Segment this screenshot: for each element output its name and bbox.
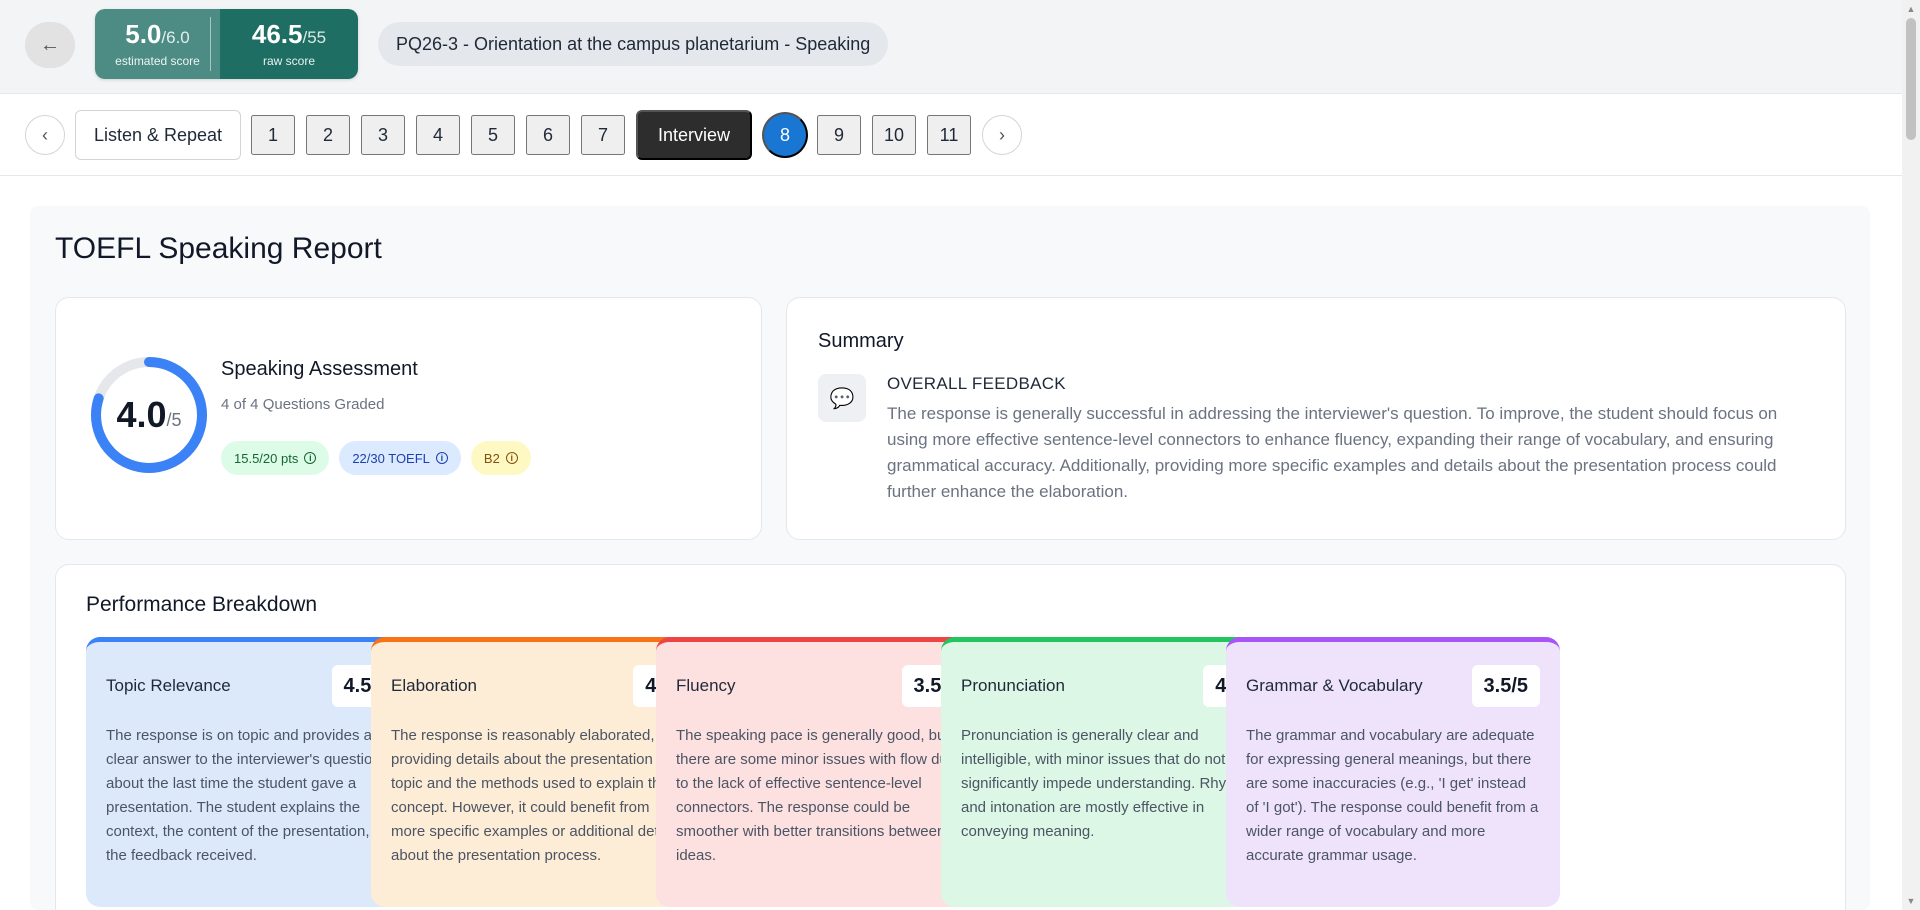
score-summary: 5.0/6.0 estimated score 46.5/55 raw scor… xyxy=(95,9,358,79)
raw-score-caption: raw score xyxy=(262,54,315,68)
raw-score-denominator: /55 xyxy=(302,28,327,47)
criterion-card: Pronunciation4/5Pronunciation is general… xyxy=(941,637,1275,907)
question-4[interactable]: 4 xyxy=(416,115,460,155)
criterion-card: Fluency 3.5/5 The speaking pace is general… xyxy=(656,637,990,907)
top-header: ← 5.0/6.0 estimated score 46.5/55 raw sc… xyxy=(0,0,1902,94)
report-title: TOEFL Speaking Report xyxy=(55,232,382,265)
question-1[interactable]: 1 xyxy=(251,115,295,155)
overall-score: 4.0/5 xyxy=(90,356,208,474)
info-icon[interactable]: i xyxy=(505,452,518,464)
scroll-thumb[interactable] xyxy=(1906,18,1916,140)
criterion-feedback: The response is on topic and provides a … xyxy=(106,727,399,864)
performance-breakdown: Performance Breakdown Topic Relevance 4.5… xyxy=(55,564,1846,910)
question-3[interactable]: 3 xyxy=(361,115,405,155)
back-button[interactable]: ← xyxy=(25,22,75,68)
criterion-score: 3.5/5 xyxy=(1471,665,1540,707)
info-icon[interactable]: i xyxy=(435,452,448,464)
criterion-card: Topic Relevance 4.5/5 The response is on t… xyxy=(86,637,420,907)
assessment-subtitle: 4 of 4 Questions Graded xyxy=(221,396,385,413)
score-badge-label: 15.5/20 pts xyxy=(234,450,299,466)
assessment-title: Speaking Assessment xyxy=(221,358,418,380)
scroll-down-icon[interactable]: ▼ xyxy=(1906,896,1916,906)
criterion-feedback: The response is reasonably elaborated, p… xyxy=(391,727,682,864)
summary-card: Summary 💬 OVERALL FEEDBACK The response … xyxy=(786,297,1846,540)
question-2[interactable]: 2 xyxy=(306,115,350,155)
overall-feedback-text: The response is generally successful in … xyxy=(887,404,1778,501)
overall-score-denominator: /5 xyxy=(166,409,182,430)
question-5[interactable]: 5 xyxy=(471,115,515,155)
score-badge-label: 22/30 TOEFL xyxy=(352,450,430,466)
criterion-feedback: Pronunciation is generally clear and int… xyxy=(961,727,1252,840)
score-badge[interactable]: 22/30 TOEFL i xyxy=(339,441,461,475)
overall-score-value: 4.0 xyxy=(116,394,167,435)
score-badges: 15.5/20 pts i 22/30 TOEFL i B2 i xyxy=(221,441,531,475)
criterion-card: Grammar & Vocabulary 3.5/5 The grammar and… xyxy=(1226,637,1560,907)
criterion-name: Fluency xyxy=(676,676,736,695)
criterion-name: Grammar & Vocabulary xyxy=(1246,676,1423,695)
speech-bubble-icon: 💬 xyxy=(818,374,866,422)
page-scrollbar[interactable]: ▲ ▼ xyxy=(1902,0,1920,910)
assessment-card: 4.0/5 Speaking Assessment 4 of 4 Questio… xyxy=(55,297,762,540)
question-10[interactable]: 10 xyxy=(872,115,916,155)
estimated-score: 5.0/6.0 estimated score xyxy=(95,9,220,79)
report-container: TOEFL Speaking Report 4.0/5 Speaking Ass… xyxy=(30,206,1870,910)
next-button[interactable]: › xyxy=(982,115,1022,155)
question-11[interactable]: 11 xyxy=(927,115,971,155)
section-interview[interactable]: Interview xyxy=(636,110,752,160)
criterion-card: Elaboration4/5The response is reasonably… xyxy=(371,637,705,907)
criterion-name: Elaboration xyxy=(391,676,478,695)
score-badge[interactable]: 15.5/20 pts i xyxy=(221,441,330,475)
criterion-name: Topic Relevance xyxy=(106,676,231,695)
criterion-name: Pronunciation xyxy=(961,676,1065,695)
estimated-score-caption: estimated score xyxy=(115,54,200,68)
overall-feedback-heading: OVERALL FEEDBACK xyxy=(887,374,1066,393)
prev-button[interactable]: ‹ xyxy=(25,115,65,155)
question-6[interactable]: 6 xyxy=(526,115,570,155)
test-title: PQ26-3 - Orientation at the campus plane… xyxy=(378,22,889,66)
section-listen-repeat[interactable]: Listen & Repeat xyxy=(75,110,241,160)
info-icon[interactable]: i xyxy=(304,452,317,464)
question-9[interactable]: 9 xyxy=(817,115,861,155)
raw-score: 46.5/55 raw score xyxy=(210,9,358,79)
question-7[interactable]: 7 xyxy=(581,115,625,155)
score-badge[interactable]: B2 i xyxy=(470,441,531,475)
scroll-up-icon[interactable]: ▲ xyxy=(1906,4,1916,14)
score-badge-label: B2 xyxy=(483,450,500,466)
performance-breakdown-title: Performance Breakdown xyxy=(86,593,318,616)
criterion-feedback: The grammar and vocabulary are adequate … xyxy=(1246,727,1539,864)
raw-score-value: 46.5 xyxy=(251,19,303,49)
estimated-score-value: 5.0 xyxy=(125,19,162,49)
question-8[interactable]: 8 xyxy=(762,112,808,158)
summary-title: Summary xyxy=(818,330,904,352)
question-nav: ‹ Listen & Repeat 1 2 3 4 5 6 7 Intervie… xyxy=(0,95,1902,176)
criterion-feedback: The speaking pace is generally good, but… xyxy=(676,727,957,864)
estimated-score-denominator: /6.0 xyxy=(161,28,190,47)
back-arrow-icon: ← xyxy=(40,33,60,56)
